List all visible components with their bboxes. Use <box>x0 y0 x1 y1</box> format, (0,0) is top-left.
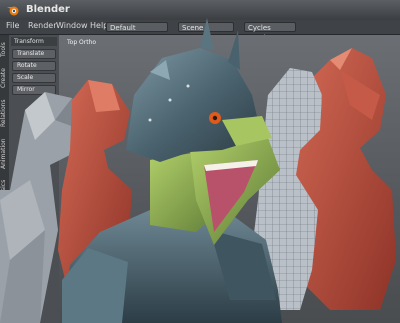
character-artwork <box>0 18 396 323</box>
